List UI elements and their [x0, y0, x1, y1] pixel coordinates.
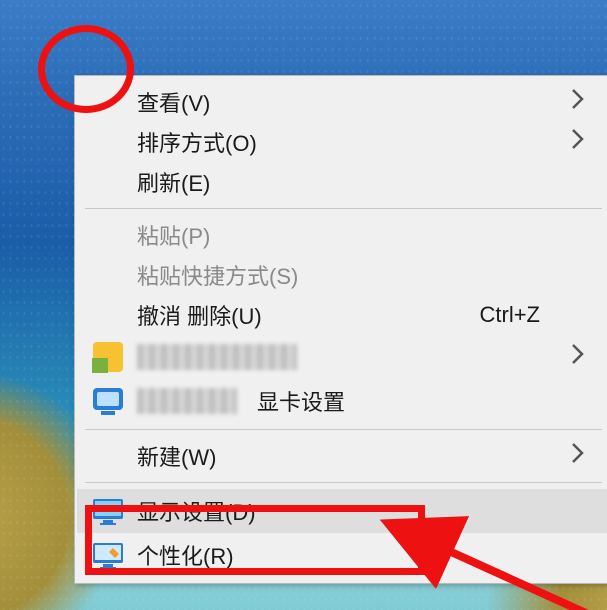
menu-item-label: 显示设置(D): [137, 495, 580, 527]
menu-item-shortcut: Ctrl+Z: [480, 302, 581, 328]
menu-item-label: 查看(V): [137, 86, 580, 118]
menu-item-sort[interactable]: 排序方式(O): [77, 122, 607, 162]
blurred-text: [137, 344, 297, 370]
chevron-right-icon: [570, 441, 586, 471]
menu-item-refresh[interactable]: 刷新(E): [77, 162, 607, 202]
menu-item-label: 显卡设置: [257, 385, 580, 417]
menu-item-label: 个性化(R): [137, 539, 580, 571]
menu-item-label: 新建(W): [137, 440, 580, 472]
desktop-context-menu: 查看(V) 排序方式(O) 刷新(E) 粘贴(P) 粘贴快捷方式(S) 撤消 删…: [74, 75, 607, 584]
vendor2-icon: [91, 384, 125, 418]
chevron-right-icon: [570, 342, 586, 372]
menu-separator: [85, 429, 602, 430]
menu-separator: [85, 482, 602, 483]
menu-item-label: 撤消 删除(U): [137, 299, 480, 331]
menu-item-undo-delete[interactable]: 撤消 删除(U) Ctrl+Z: [77, 295, 607, 335]
menu-item-label: 粘贴(P): [137, 219, 580, 251]
menu-item-graphics-settings[interactable]: 显卡设置: [77, 379, 607, 423]
vendor1-icon: [91, 340, 125, 374]
menu-item-label: 排序方式(O): [137, 126, 580, 158]
menu-item-vendor1[interactable]: [77, 335, 607, 379]
personalize-icon: [91, 538, 125, 572]
display-icon: [91, 494, 125, 528]
chevron-right-icon: [570, 127, 586, 157]
menu-item-label: 刷新(E): [137, 166, 580, 198]
menu-separator: [85, 208, 602, 209]
menu-item-display-settings[interactable]: 显示设置(D): [77, 489, 607, 533]
menu-item-paste-shortcut: 粘贴快捷方式(S): [77, 255, 607, 295]
menu-item-view[interactable]: 查看(V): [77, 82, 607, 122]
menu-item-personalize[interactable]: 个性化(R): [77, 533, 607, 577]
menu-item-new[interactable]: 新建(W): [77, 436, 607, 476]
menu-item-paste: 粘贴(P): [77, 215, 607, 255]
blurred-text: [137, 388, 237, 414]
menu-item-label: 粘贴快捷方式(S): [137, 259, 580, 291]
chevron-right-icon: [570, 87, 586, 117]
